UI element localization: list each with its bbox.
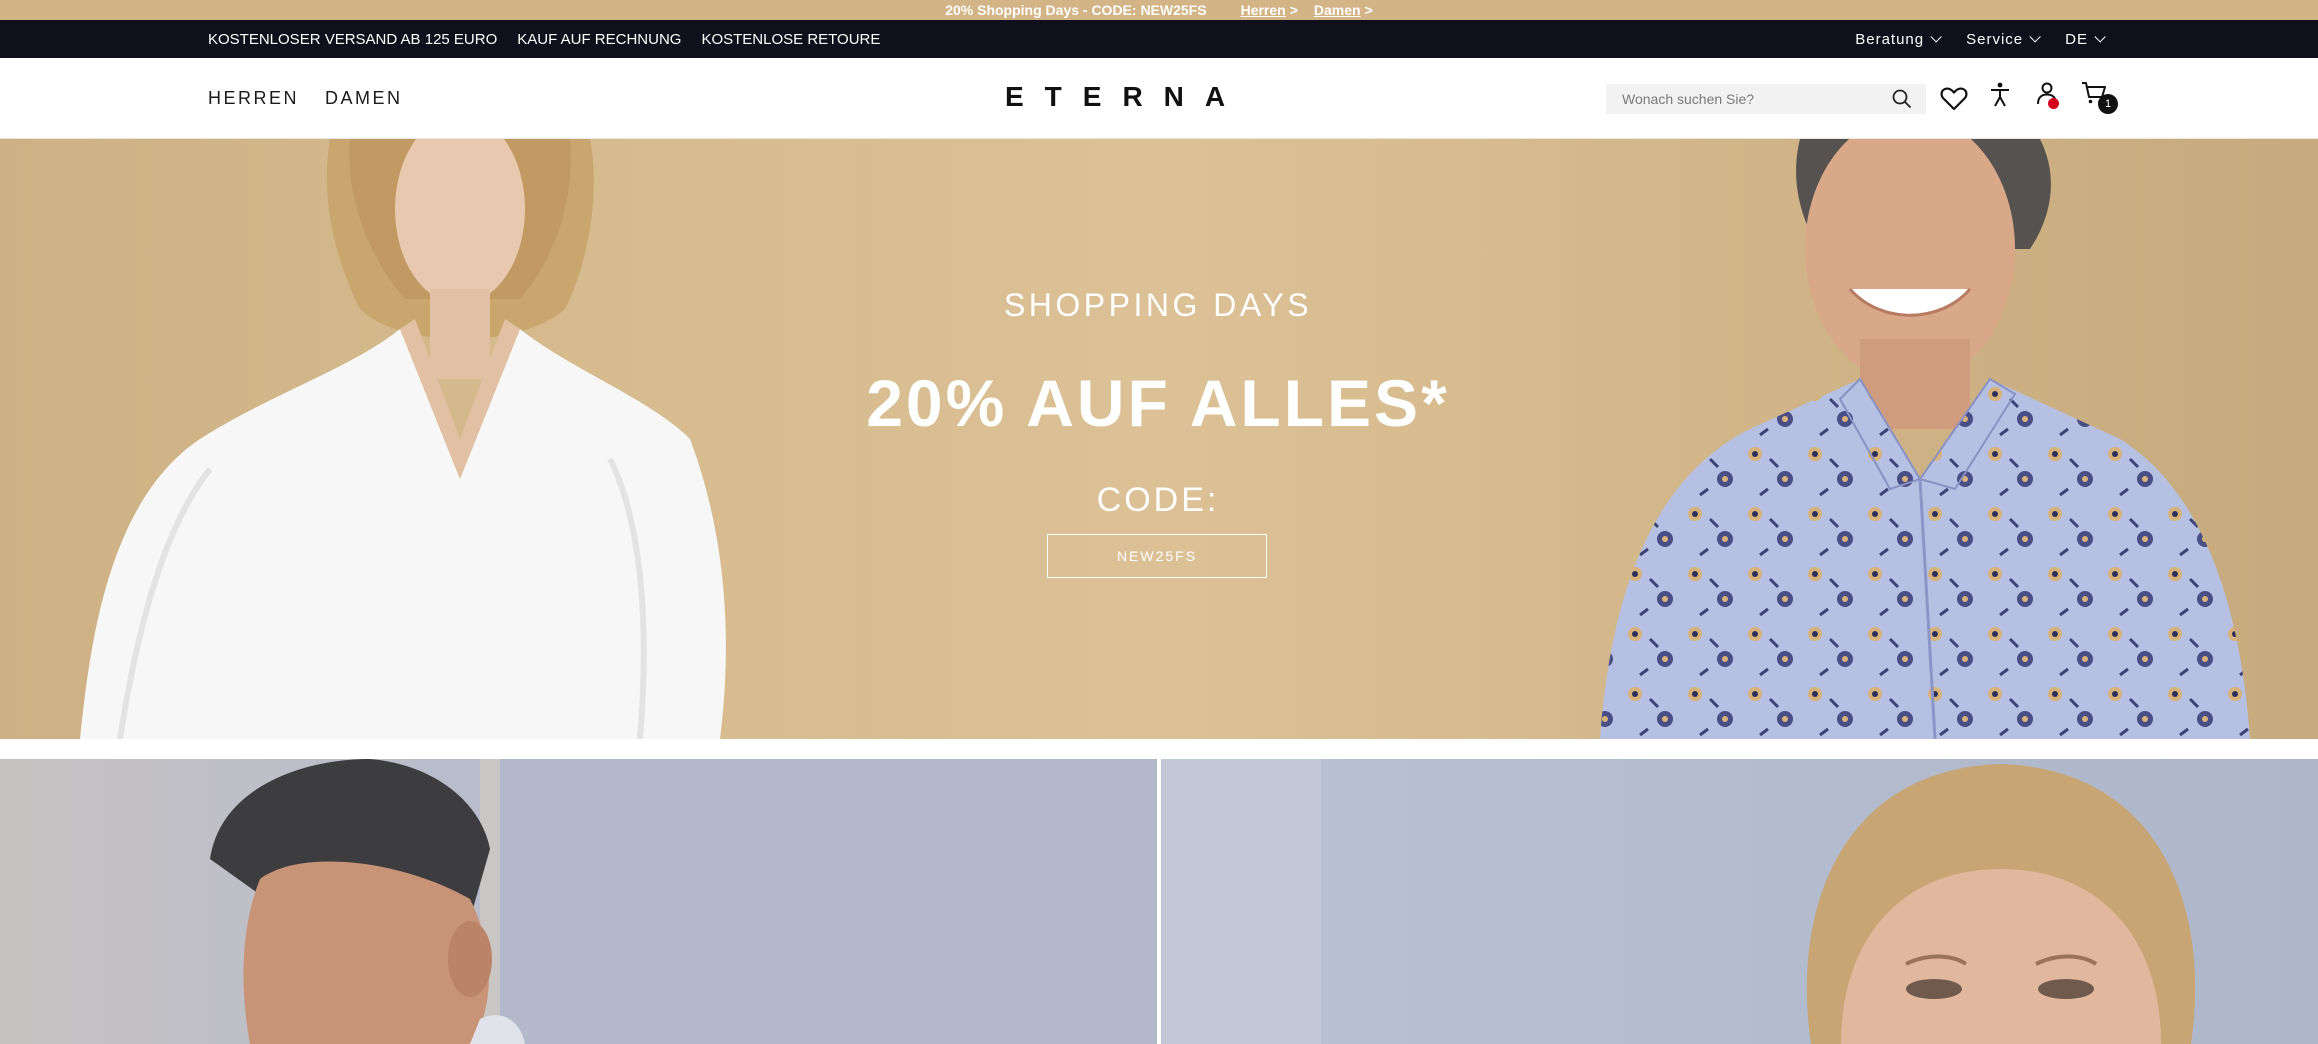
main-nav: HERREN DAMEN: [208, 58, 403, 138]
search-input[interactable]: [1606, 84, 1876, 114]
hero-code-label: CODE:: [1096, 481, 1220, 519]
usp-free-shipping: KOSTENLOSER VERSAND AB 125 EURO: [208, 30, 498, 48]
category-tile-damen[interactable]: [1161, 759, 2318, 1044]
promo-link-herren[interactable]: Herren >: [1241, 2, 1298, 18]
heart-icon[interactable]: [1939, 83, 1969, 113]
notification-dot: [2048, 98, 2059, 109]
service-label: Service: [1966, 30, 2024, 48]
promo-link-damen[interactable]: Damen >: [1314, 2, 1373, 18]
logo-wordmark: ETERNA: [1005, 84, 1246, 110]
promo-links: Herren > Damen >: [1241, 2, 1373, 18]
chevron-down-icon: [1930, 31, 1942, 43]
category-tiles: [0, 759, 2318, 1044]
language-dropdown[interactable]: DE: [2065, 30, 2106, 48]
usp-bar: KOSTENLOSER VERSAND AB 125 EURO KAUF AUF…: [0, 20, 2318, 58]
search-box: [1606, 84, 1926, 114]
cart-count-badge: 1: [2098, 94, 2118, 114]
nav-item-damen[interactable]: DAMEN: [325, 88, 403, 109]
language-label: DE: [2065, 30, 2088, 48]
service-dropdown[interactable]: Service: [1966, 30, 2041, 48]
promo-code-box[interactable]: NEW25FS: [1047, 534, 1267, 578]
accessibility-icon[interactable]: [1985, 80, 2015, 110]
tile-image-woman: [1161, 759, 2196, 1044]
brand-logo[interactable]: ETERNA: [1005, 84, 1251, 110]
logo-text: ETERNA: [1005, 84, 1246, 110]
search-icon[interactable]: [1892, 89, 1912, 109]
hero-subtitle: SHOPPING DAYS: [1003, 287, 1313, 323]
usp-free-returns: KOSTENLOSE RETOURE: [701, 30, 881, 48]
hero-title: 20% AUF ALLES*: [866, 366, 1450, 440]
promo-bar: 20% Shopping Days - CODE: NEW25FS Herren…: [0, 0, 2318, 20]
chevron-down-icon: [2094, 31, 2106, 43]
hero-banner[interactable]: SHOPPING DAYS 20% AUF ALLES* CODE: NEW25…: [0, 139, 2318, 739]
consulting-label: Beratung: [1855, 30, 1925, 48]
chevron-down-icon: [2029, 31, 2041, 43]
category-tile-herren[interactable]: [0, 759, 1157, 1044]
hero-content: SHOPPING DAYS 20% AUF ALLES* CODE: NEW25…: [0, 139, 2318, 739]
tile-image-man: [210, 759, 1157, 1044]
consulting-dropdown[interactable]: Beratung: [1855, 30, 1942, 48]
nav-item-herren[interactable]: HERREN: [208, 88, 299, 109]
site-header: HERREN DAMEN ETERNA 1: [0, 58, 2318, 139]
promo-text: 20% Shopping Days - CODE: NEW25FS: [945, 2, 1207, 18]
usp-invoice: KAUF AUF RECHNUNG: [517, 30, 682, 48]
